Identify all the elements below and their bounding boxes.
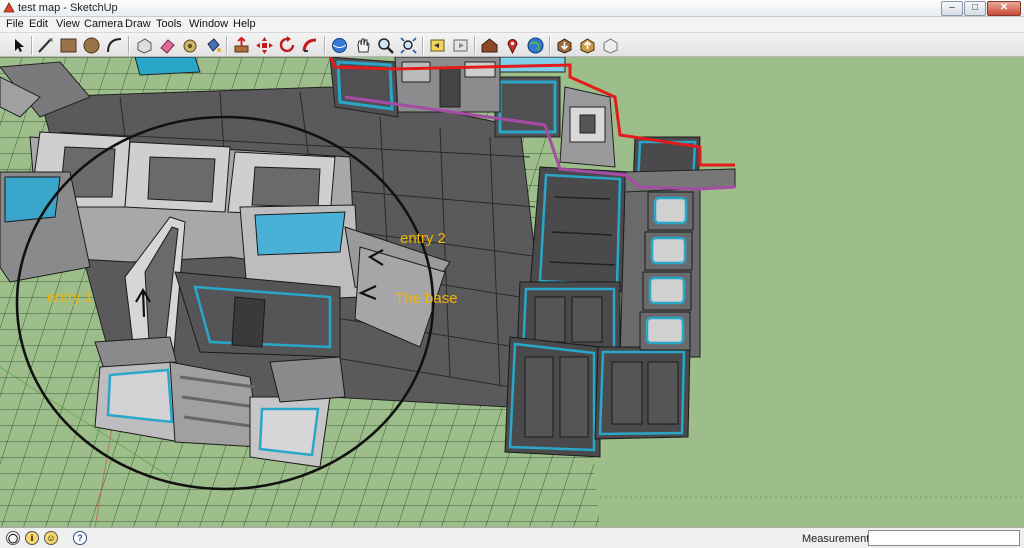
menu-window[interactable]: Window: [189, 18, 228, 30]
model-drawing: [0, 57, 1024, 527]
close-button[interactable]: ✕: [987, 1, 1021, 16]
entry2-label: entry 2: [400, 230, 446, 247]
pan-icon[interactable]: [353, 36, 372, 55]
window-title: test map - SketchUp: [18, 2, 118, 14]
line-icon[interactable]: [36, 36, 55, 55]
menu-bar: File Edit View Camera Draw Tools Window …: [0, 17, 1024, 32]
arc-icon[interactable]: [105, 36, 124, 55]
base-label: The base: [395, 290, 458, 307]
modeling-viewport[interactable]: entry 1 entry 2 The base: [0, 57, 1024, 527]
zoom-extents-icon[interactable]: [399, 36, 418, 55]
menu-draw[interactable]: Draw: [125, 18, 151, 30]
status-bar: ◯ i ☺ ? Measurements: [0, 527, 1024, 548]
measurements-input[interactable]: [868, 530, 1020, 546]
tape-measure-icon[interactable]: [181, 36, 200, 55]
user-icon[interactable]: ☺: [44, 531, 58, 545]
next-view-icon[interactable]: [451, 36, 470, 55]
share-model-icon[interactable]: [578, 36, 597, 55]
paint-bucket-icon[interactable]: [204, 36, 223, 55]
circle-icon[interactable]: [82, 36, 101, 55]
menu-edit[interactable]: Edit: [29, 18, 48, 30]
entry1-label: entry 1: [47, 289, 93, 306]
minimize-button[interactable]: –: [941, 1, 963, 16]
rotate-icon[interactable]: [278, 36, 297, 55]
previous-view-icon[interactable]: [428, 36, 447, 55]
move-icon[interactable]: [255, 36, 274, 55]
credits-icon[interactable]: i: [25, 531, 39, 545]
menu-file[interactable]: File: [6, 18, 24, 30]
maximize-button[interactable]: □: [964, 1, 986, 16]
main-toolbar: [0, 32, 1024, 57]
import-icon[interactable]: [601, 36, 620, 55]
warehouse-icon[interactable]: [480, 36, 499, 55]
title-bar: test map - SketchUp – □ ✕: [0, 0, 1024, 17]
location-icon[interactable]: [503, 36, 522, 55]
google-earth-icon[interactable]: [526, 36, 545, 55]
menu-tools[interactable]: Tools: [156, 18, 182, 30]
select-icon[interactable]: [9, 36, 28, 55]
follow-me-icon[interactable]: [301, 36, 320, 55]
measurements-label: Measurements: [802, 533, 875, 545]
menu-camera[interactable]: Camera: [84, 18, 123, 30]
menu-view[interactable]: View: [56, 18, 80, 30]
make-component-icon[interactable]: [135, 36, 154, 55]
rectangle-icon[interactable]: [59, 36, 78, 55]
menu-help[interactable]: Help: [233, 18, 256, 30]
help-icon[interactable]: ?: [73, 531, 87, 545]
get-models-icon[interactable]: [555, 36, 574, 55]
orbit-icon[interactable]: [330, 36, 349, 55]
push-pull-icon[interactable]: [232, 36, 251, 55]
geo-location-icon[interactable]: ◯: [6, 531, 20, 545]
zoom-icon[interactable]: [376, 36, 395, 55]
eraser-icon[interactable]: [158, 36, 177, 55]
sketchup-logo-icon: [3, 2, 15, 13]
